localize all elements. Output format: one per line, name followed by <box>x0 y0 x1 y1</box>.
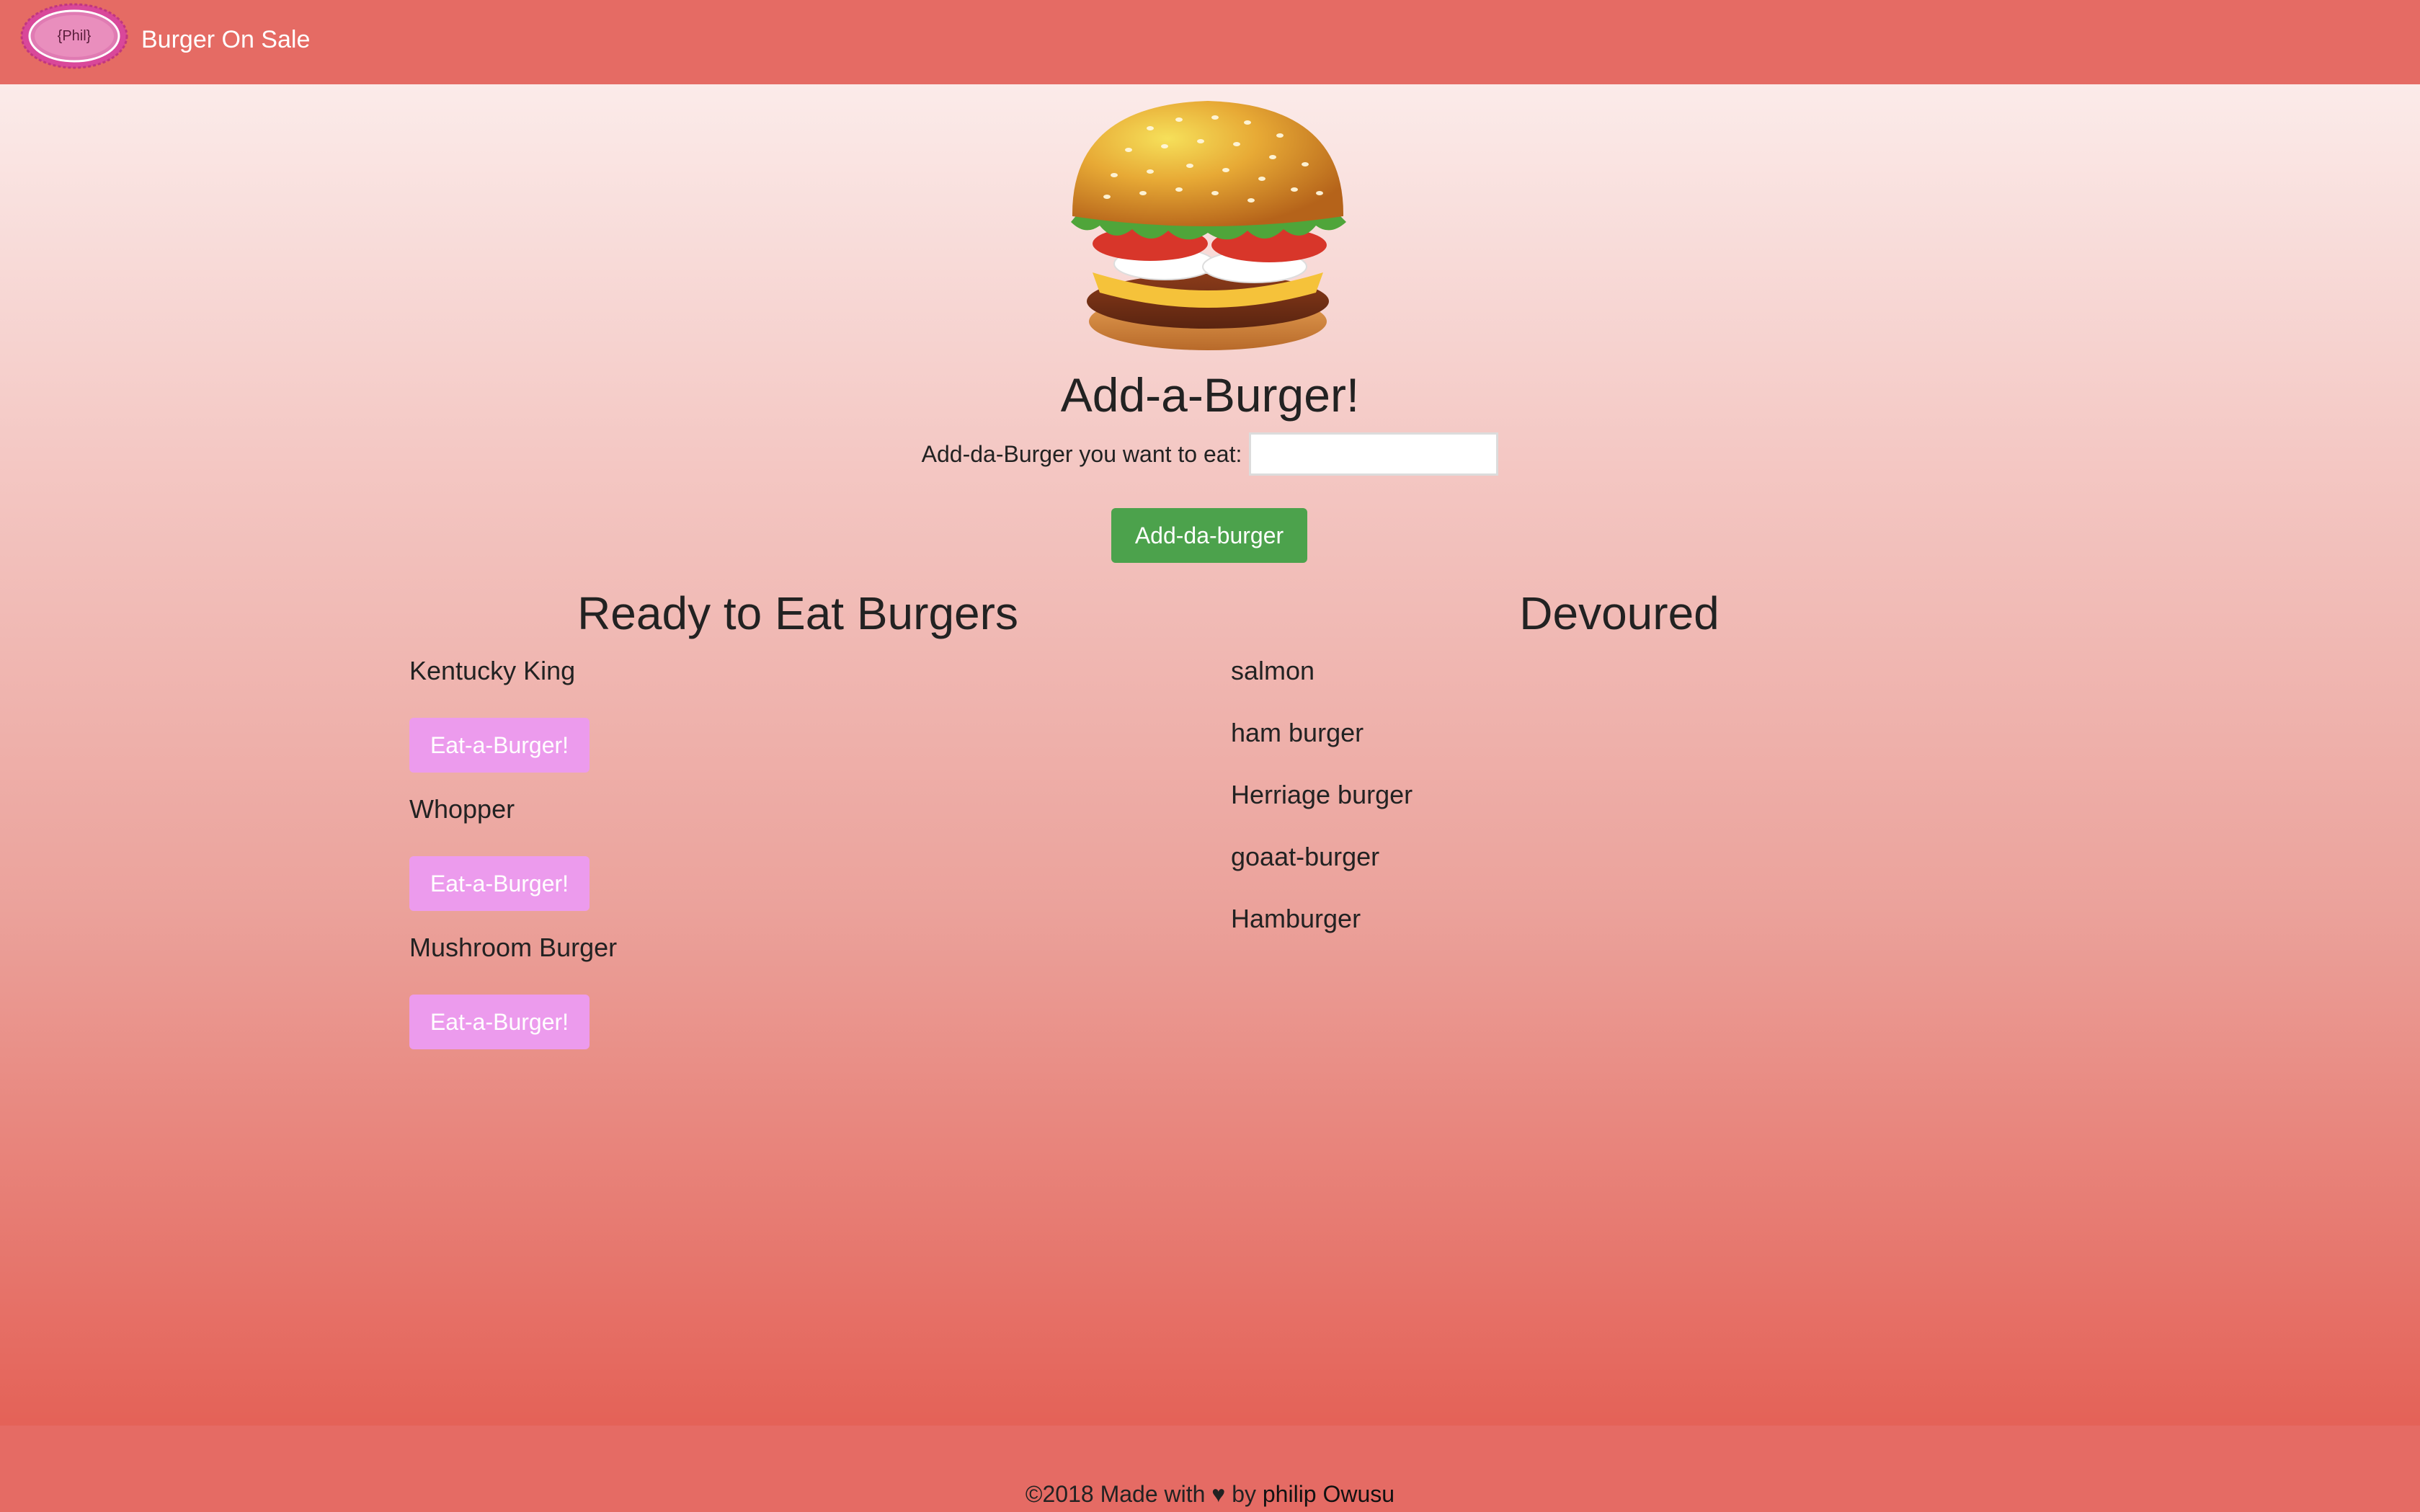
devoured-column: Devoured salmon ham burger Herriage burg… <box>1231 584 2008 963</box>
footer-by: by <box>1225 1481 1263 1507</box>
burger-name-input[interactable] <box>1249 432 1499 476</box>
navbar: {Phil} Burger On Sale <box>0 0 2420 84</box>
ready-item-name: Mushroom Burger <box>409 933 618 962</box>
add-burger-button[interactable]: Add-da-burger <box>1111 508 1307 563</box>
ready-item-name: Kentucky King <box>409 656 576 685</box>
eat-burger-button[interactable]: Eat-a-Burger! <box>409 995 590 1049</box>
author-link[interactable]: philip Owusu <box>1263 1481 1394 1508</box>
brand-link[interactable]: Burger On Sale <box>141 26 310 54</box>
devoured-item: ham burger <box>1231 718 1364 747</box>
ready-item-name: Whopper <box>409 794 515 824</box>
eat-burger-button[interactable]: Eat-a-Burger! <box>409 856 590 911</box>
eat-burger-button[interactable]: Eat-a-Burger! <box>409 718 590 773</box>
ready-item: Kentucky King Eat-a-Burger! <box>409 653 1186 791</box>
devoured-heading: Devoured <box>1519 587 1720 639</box>
ready-item: Whopper Eat-a-Burger! <box>409 791 1186 930</box>
devoured-item: Hamburger <box>1231 904 1361 933</box>
heart-icon: ♥ <box>1211 1481 1226 1507</box>
burger-input-label: Add-da-Burger you want to eat: <box>921 440 1242 467</box>
logo[interactable]: {Phil} <box>20 3 128 69</box>
ready-heading: Ready to Eat Burgers <box>577 587 1018 639</box>
ready-item: Mushroom Burger Eat-a-Burger! <box>409 930 1186 1068</box>
footer-copyright: ©2018 Made with <box>1025 1481 1212 1507</box>
ready-column: Ready to Eat Burgers Kentucky King Eat-a… <box>409 584 1186 1068</box>
devoured-item: salmon <box>1231 656 1315 685</box>
add-burger-form: Add-da-Burger you want to eat: <box>0 432 2420 476</box>
page-title: Add-a-Burger! <box>1060 368 1360 422</box>
devoured-item: Herriage burger <box>1231 780 1413 809</box>
devoured-item: goaat-burger <box>1231 842 1380 871</box>
footer: ©2018 Made with ♥ by philip Owusu <box>0 1426 2420 1512</box>
logo-text: {Phil} <box>58 28 92 44</box>
burger-image <box>1064 92 1352 353</box>
logo-badge-icon: {Phil} <box>20 3 128 69</box>
